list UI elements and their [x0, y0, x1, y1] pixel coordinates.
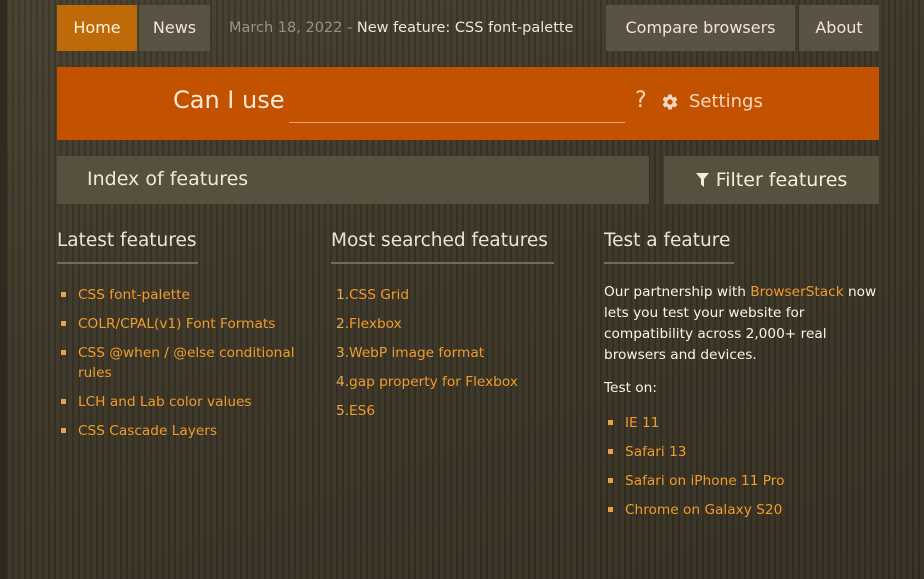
- nav-about[interactable]: About: [799, 5, 879, 51]
- list-number: 4.: [336, 374, 350, 390]
- description-text: Our partnership with: [604, 284, 751, 300]
- filter-features-label: Filter features: [715, 169, 848, 191]
- latest-news-link[interactable]: New feature: CSS font-palette: [357, 20, 574, 36]
- settings-label: Settings: [689, 91, 763, 112]
- search-label: Can I use: [173, 86, 285, 114]
- index-of-features-title: Index of features: [87, 168, 249, 190]
- test-feature-section: Test a feature Our partnership with Brow…: [604, 230, 879, 529]
- settings-button[interactable]: Settings: [661, 91, 763, 112]
- list-item: Safari 13: [604, 442, 879, 462]
- most-searched-link[interactable]: CSS Grid: [349, 287, 409, 303]
- top-nav: Home News March 18, 2022 - New feature: …: [57, 0, 879, 51]
- gear-icon: [662, 94, 678, 109]
- list-number: 1.: [336, 287, 350, 303]
- list-number: 5.: [336, 403, 350, 419]
- list-item: 4. gap property for Flexbox: [331, 372, 571, 392]
- search-help-button[interactable]: ?: [635, 88, 647, 113]
- nav-latest-news: March 18, 2022 - New feature: CSS font-p…: [219, 5, 599, 51]
- list-item: CSS font-palette: [57, 285, 307, 305]
- index-of-features-bar[interactable]: Index of features: [57, 156, 649, 204]
- list-item: IE 11: [604, 413, 879, 433]
- browserstack-link[interactable]: BrowserStack: [750, 284, 843, 300]
- latest-news-date: March 18, 2022: [229, 20, 343, 36]
- list-number: 2.: [336, 316, 350, 332]
- list-item: COLR/CPAL(v1) Font Formats: [57, 314, 307, 334]
- filter-icon: [695, 173, 709, 187]
- list-item: LCH and Lab color values: [57, 392, 307, 412]
- test-browser-link[interactable]: Chrome on Galaxy S20: [625, 502, 782, 518]
- nav-news[interactable]: News: [139, 5, 210, 51]
- latest-features-title: Latest features: [57, 230, 197, 251]
- latest-features-section: Latest features CSS font-palette COLR/CP…: [57, 230, 307, 450]
- list-item: Chrome on Galaxy S20: [604, 500, 879, 520]
- list-item: 5. ES6: [331, 401, 571, 421]
- most-searched-list: 1. CSS Grid 2. Flexbox 3. WebP image format…: [331, 285, 571, 421]
- test-browser-link[interactable]: Safari 13: [625, 444, 686, 460]
- test-browser-link[interactable]: Safari on iPhone 11 Pro: [625, 473, 785, 489]
- most-searched-link[interactable]: gap property for Flexbox: [349, 374, 518, 390]
- search-input[interactable]: [289, 87, 625, 123]
- most-searched-link[interactable]: ES6: [349, 403, 375, 419]
- nav-home[interactable]: Home: [57, 5, 137, 51]
- latest-feature-link[interactable]: CSS @when / @else conditional rules: [78, 345, 295, 381]
- most-searched-section: Most searched features 1. CSS Grid 2. Flex…: [331, 230, 571, 430]
- test-browser-link[interactable]: IE 11: [625, 415, 659, 431]
- latest-feature-link[interactable]: CSS font-palette: [78, 287, 190, 303]
- nav-compare-browsers[interactable]: Compare browsers: [606, 5, 795, 51]
- search-bar: Can I use ? Settings: [57, 67, 879, 140]
- latest-news-separator: -: [347, 20, 353, 36]
- list-item: CSS Cascade Layers: [57, 421, 307, 441]
- list-item: CSS @when / @else conditional rules: [57, 343, 307, 383]
- page-container: Home News March 18, 2022 - New feature: …: [57, 0, 879, 518]
- latest-feature-link[interactable]: CSS Cascade Layers: [78, 423, 217, 439]
- test-feature-title: Test a feature: [604, 230, 731, 251]
- most-searched-link[interactable]: Flexbox: [349, 316, 402, 332]
- filter-features-button[interactable]: Filter features: [664, 156, 879, 204]
- list-item: 1. CSS Grid: [331, 285, 571, 305]
- list-item: 2. Flexbox: [331, 314, 571, 334]
- test-browser-list: IE 11 Safari 13 Safari on iPhone 11 Pro …: [604, 413, 879, 520]
- list-item: 3. WebP image format: [331, 343, 571, 363]
- section-divider: [604, 262, 734, 264]
- latest-feature-link[interactable]: LCH and Lab color values: [78, 394, 252, 410]
- test-on-label: Test on:: [604, 380, 657, 396]
- list-item: Safari on iPhone 11 Pro: [604, 471, 879, 491]
- latest-feature-link[interactable]: COLR/CPAL(v1) Font Formats: [78, 316, 275, 332]
- most-searched-title: Most searched features: [331, 230, 548, 251]
- most-searched-link[interactable]: WebP image format: [349, 345, 484, 361]
- test-feature-description: Our partnership with BrowserStack now le…: [604, 282, 879, 366]
- latest-features-list: CSS font-palette COLR/CPAL(v1) Font Form…: [57, 285, 307, 441]
- list-number: 3.: [336, 345, 350, 361]
- section-divider: [57, 262, 198, 264]
- section-divider: [331, 262, 554, 264]
- left-edge: [0, 0, 7, 579]
